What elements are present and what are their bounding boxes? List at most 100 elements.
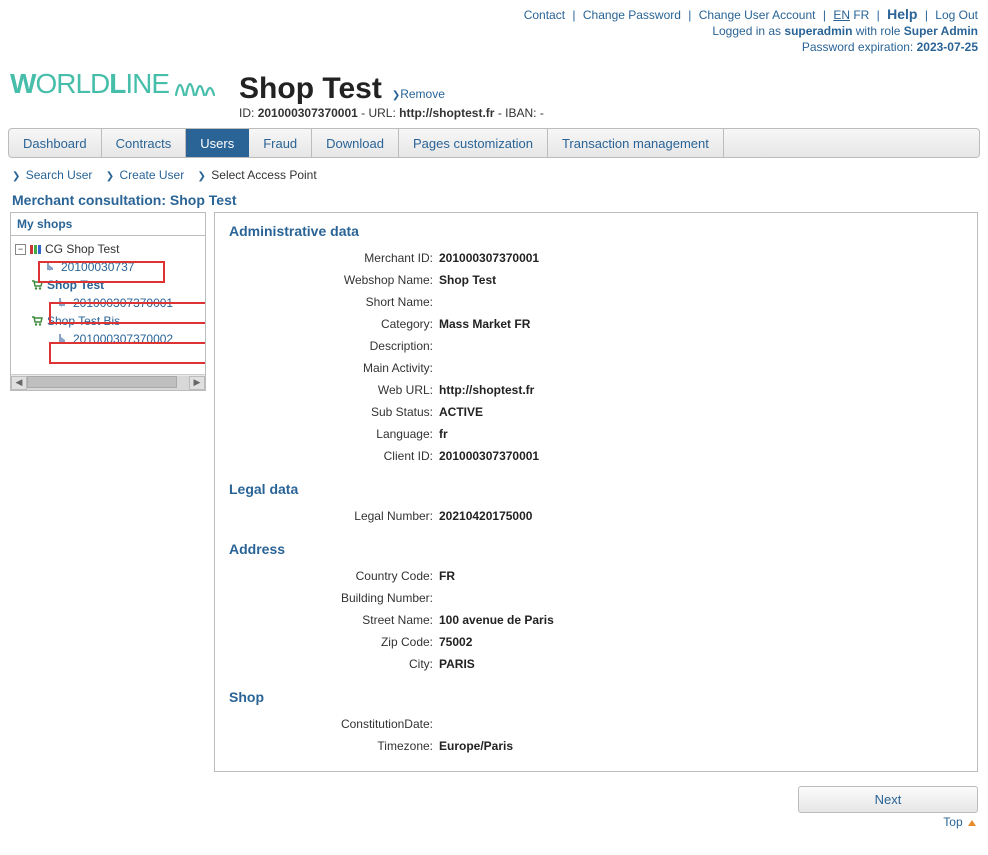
field-value: PARIS (439, 657, 475, 671)
section-address: Address (229, 541, 963, 557)
next-button[interactable]: Next (798, 786, 978, 813)
cart-icon (31, 316, 43, 326)
field-row: Building Number: (229, 587, 963, 609)
horizontal-scrollbar[interactable]: ◀ ▶ (11, 374, 205, 390)
field-row: Short Name: (229, 291, 963, 313)
shop-tree: − CG Shop Test 20100030737 Shop Test (11, 236, 205, 374)
tab-transaction-management[interactable]: Transaction management (548, 129, 724, 157)
field-row: Description: (229, 335, 963, 357)
password-expiration-line: Password expiration: 2023-07-25 (0, 40, 988, 60)
field-label: Street Name: (229, 613, 439, 627)
page-title: Shop Test (239, 72, 382, 106)
chevron-right-icon: ❯ (12, 171, 22, 182)
change-user-account-link[interactable]: Change User Account (699, 8, 816, 22)
main-tabs: DashboardContractsUsersFraudDownloadPage… (8, 128, 980, 158)
field-value: 75002 (439, 635, 472, 649)
field-row: City:PARIS (229, 653, 963, 675)
crumb-create-user[interactable]: Create User (120, 168, 185, 182)
field-label: Language: (229, 427, 439, 441)
contact-link[interactable]: Contact (524, 8, 565, 22)
tab-pages-customization[interactable]: Pages customization (399, 129, 548, 157)
field-label: Zip Code: (229, 635, 439, 649)
highlight-box (49, 342, 205, 364)
field-label: Timezone: (229, 739, 439, 753)
field-value: Shop Test (439, 273, 496, 287)
field-row: Main Activity: (229, 357, 963, 379)
field-row: ConstitutionDate: (229, 713, 963, 735)
tab-contracts[interactable]: Contracts (102, 129, 187, 157)
tab-download[interactable]: Download (312, 129, 399, 157)
scroll-thumb[interactable] (27, 376, 177, 388)
crumb-search-user[interactable]: Search User (26, 168, 93, 182)
crumb-current: Select Access Point (211, 168, 316, 182)
field-label: Legal Number: (229, 509, 439, 523)
sidebar-title: My shops (11, 213, 205, 236)
shop-subline: ID: 201000307370001 - URL: http://shopte… (239, 106, 978, 124)
chart-bars-icon (30, 245, 41, 254)
logo-waves-icon (173, 71, 217, 97)
breadcrumb: ❯ Search User ❯ Create User ❯ Select Acc… (0, 158, 988, 186)
chevron-right-icon: ❯ (106, 171, 116, 182)
password-expiration-date: 2023-07-25 (917, 40, 978, 54)
field-row: Timezone:Europe/Paris (229, 735, 963, 757)
top-links-bar: Contact | Change Password | Change User … (0, 0, 988, 22)
field-label: Web URL: (229, 383, 439, 397)
logged-in-line: Logged in as superadmin with role Super … (0, 22, 988, 40)
field-row: Web URL:http://shoptest.fr (229, 379, 963, 401)
field-row: Zip Code:75002 (229, 631, 963, 653)
field-label: City: (229, 657, 439, 671)
chevron-right-icon: ❯ (198, 171, 208, 182)
field-value: Europe/Paris (439, 739, 513, 753)
field-label: Merchant ID: (229, 251, 439, 265)
field-label: Description: (229, 339, 439, 353)
field-value: ACTIVE (439, 405, 483, 419)
field-label: Short Name: (229, 295, 439, 309)
scroll-right-button[interactable]: ▶ (189, 376, 205, 390)
back-to-top-link[interactable]: Top (943, 815, 962, 829)
remove-link[interactable]: Remove (400, 87, 445, 101)
field-label: Category: (229, 317, 439, 331)
field-row: Legal Number:20210420175000 (229, 505, 963, 527)
change-password-link[interactable]: Change Password (583, 8, 681, 22)
field-label: Country Code: (229, 569, 439, 583)
field-label: Building Number: (229, 591, 439, 605)
help-link[interactable]: Help (887, 6, 917, 22)
tree-root[interactable]: CG Shop Test (45, 242, 119, 256)
lang-fr-link[interactable]: FR (853, 8, 869, 22)
field-row: Country Code:FR (229, 565, 963, 587)
details-panel: Administrative data Merchant ID:20100030… (214, 212, 978, 772)
field-label: Webshop Name: (229, 273, 439, 287)
page-heading: Merchant consultation: Shop Test (0, 186, 988, 212)
logged-user: superadmin (784, 24, 852, 38)
field-row: Sub Status:ACTIVE (229, 401, 963, 423)
highlight-box (49, 302, 205, 324)
field-value: http://shoptest.fr (439, 383, 534, 397)
field-label: ConstitutionDate: (229, 717, 439, 731)
field-value: 201000307370001 (439, 449, 539, 463)
section-shop: Shop (229, 689, 963, 705)
field-value: 100 avenue de Paris (439, 613, 554, 627)
field-value: 201000307370001 (439, 251, 539, 265)
field-row: Merchant ID:201000307370001 (229, 247, 963, 269)
tab-dashboard[interactable]: Dashboard (9, 129, 102, 157)
logout-link[interactable]: Log Out (935, 8, 978, 22)
tab-fraud[interactable]: Fraud (249, 129, 312, 157)
field-row: Category:Mass Market FR (229, 313, 963, 335)
section-administrative-data: Administrative data (229, 223, 963, 239)
logged-role: Super Admin (904, 24, 978, 38)
scroll-left-button[interactable]: ◀ (11, 376, 27, 390)
chevron-right-icon: ❯ (392, 90, 400, 101)
sidebar: My shops − CG Shop Test 20100030737 (10, 212, 206, 772)
collapse-icon[interactable]: − (15, 244, 26, 255)
highlight-box (38, 261, 165, 283)
field-value: 20210420175000 (439, 509, 532, 523)
tab-users[interactable]: Users (186, 129, 249, 157)
section-legal-data: Legal data (229, 481, 963, 497)
lang-en-link[interactable]: EN (833, 8, 850, 22)
field-row: Client ID:201000307370001 (229, 445, 963, 467)
field-value: fr (439, 427, 448, 441)
logo: WORLDLINE (10, 60, 217, 100)
field-label: Sub Status: (229, 405, 439, 419)
field-row: Language:fr (229, 423, 963, 445)
field-value: Mass Market FR (439, 317, 530, 331)
